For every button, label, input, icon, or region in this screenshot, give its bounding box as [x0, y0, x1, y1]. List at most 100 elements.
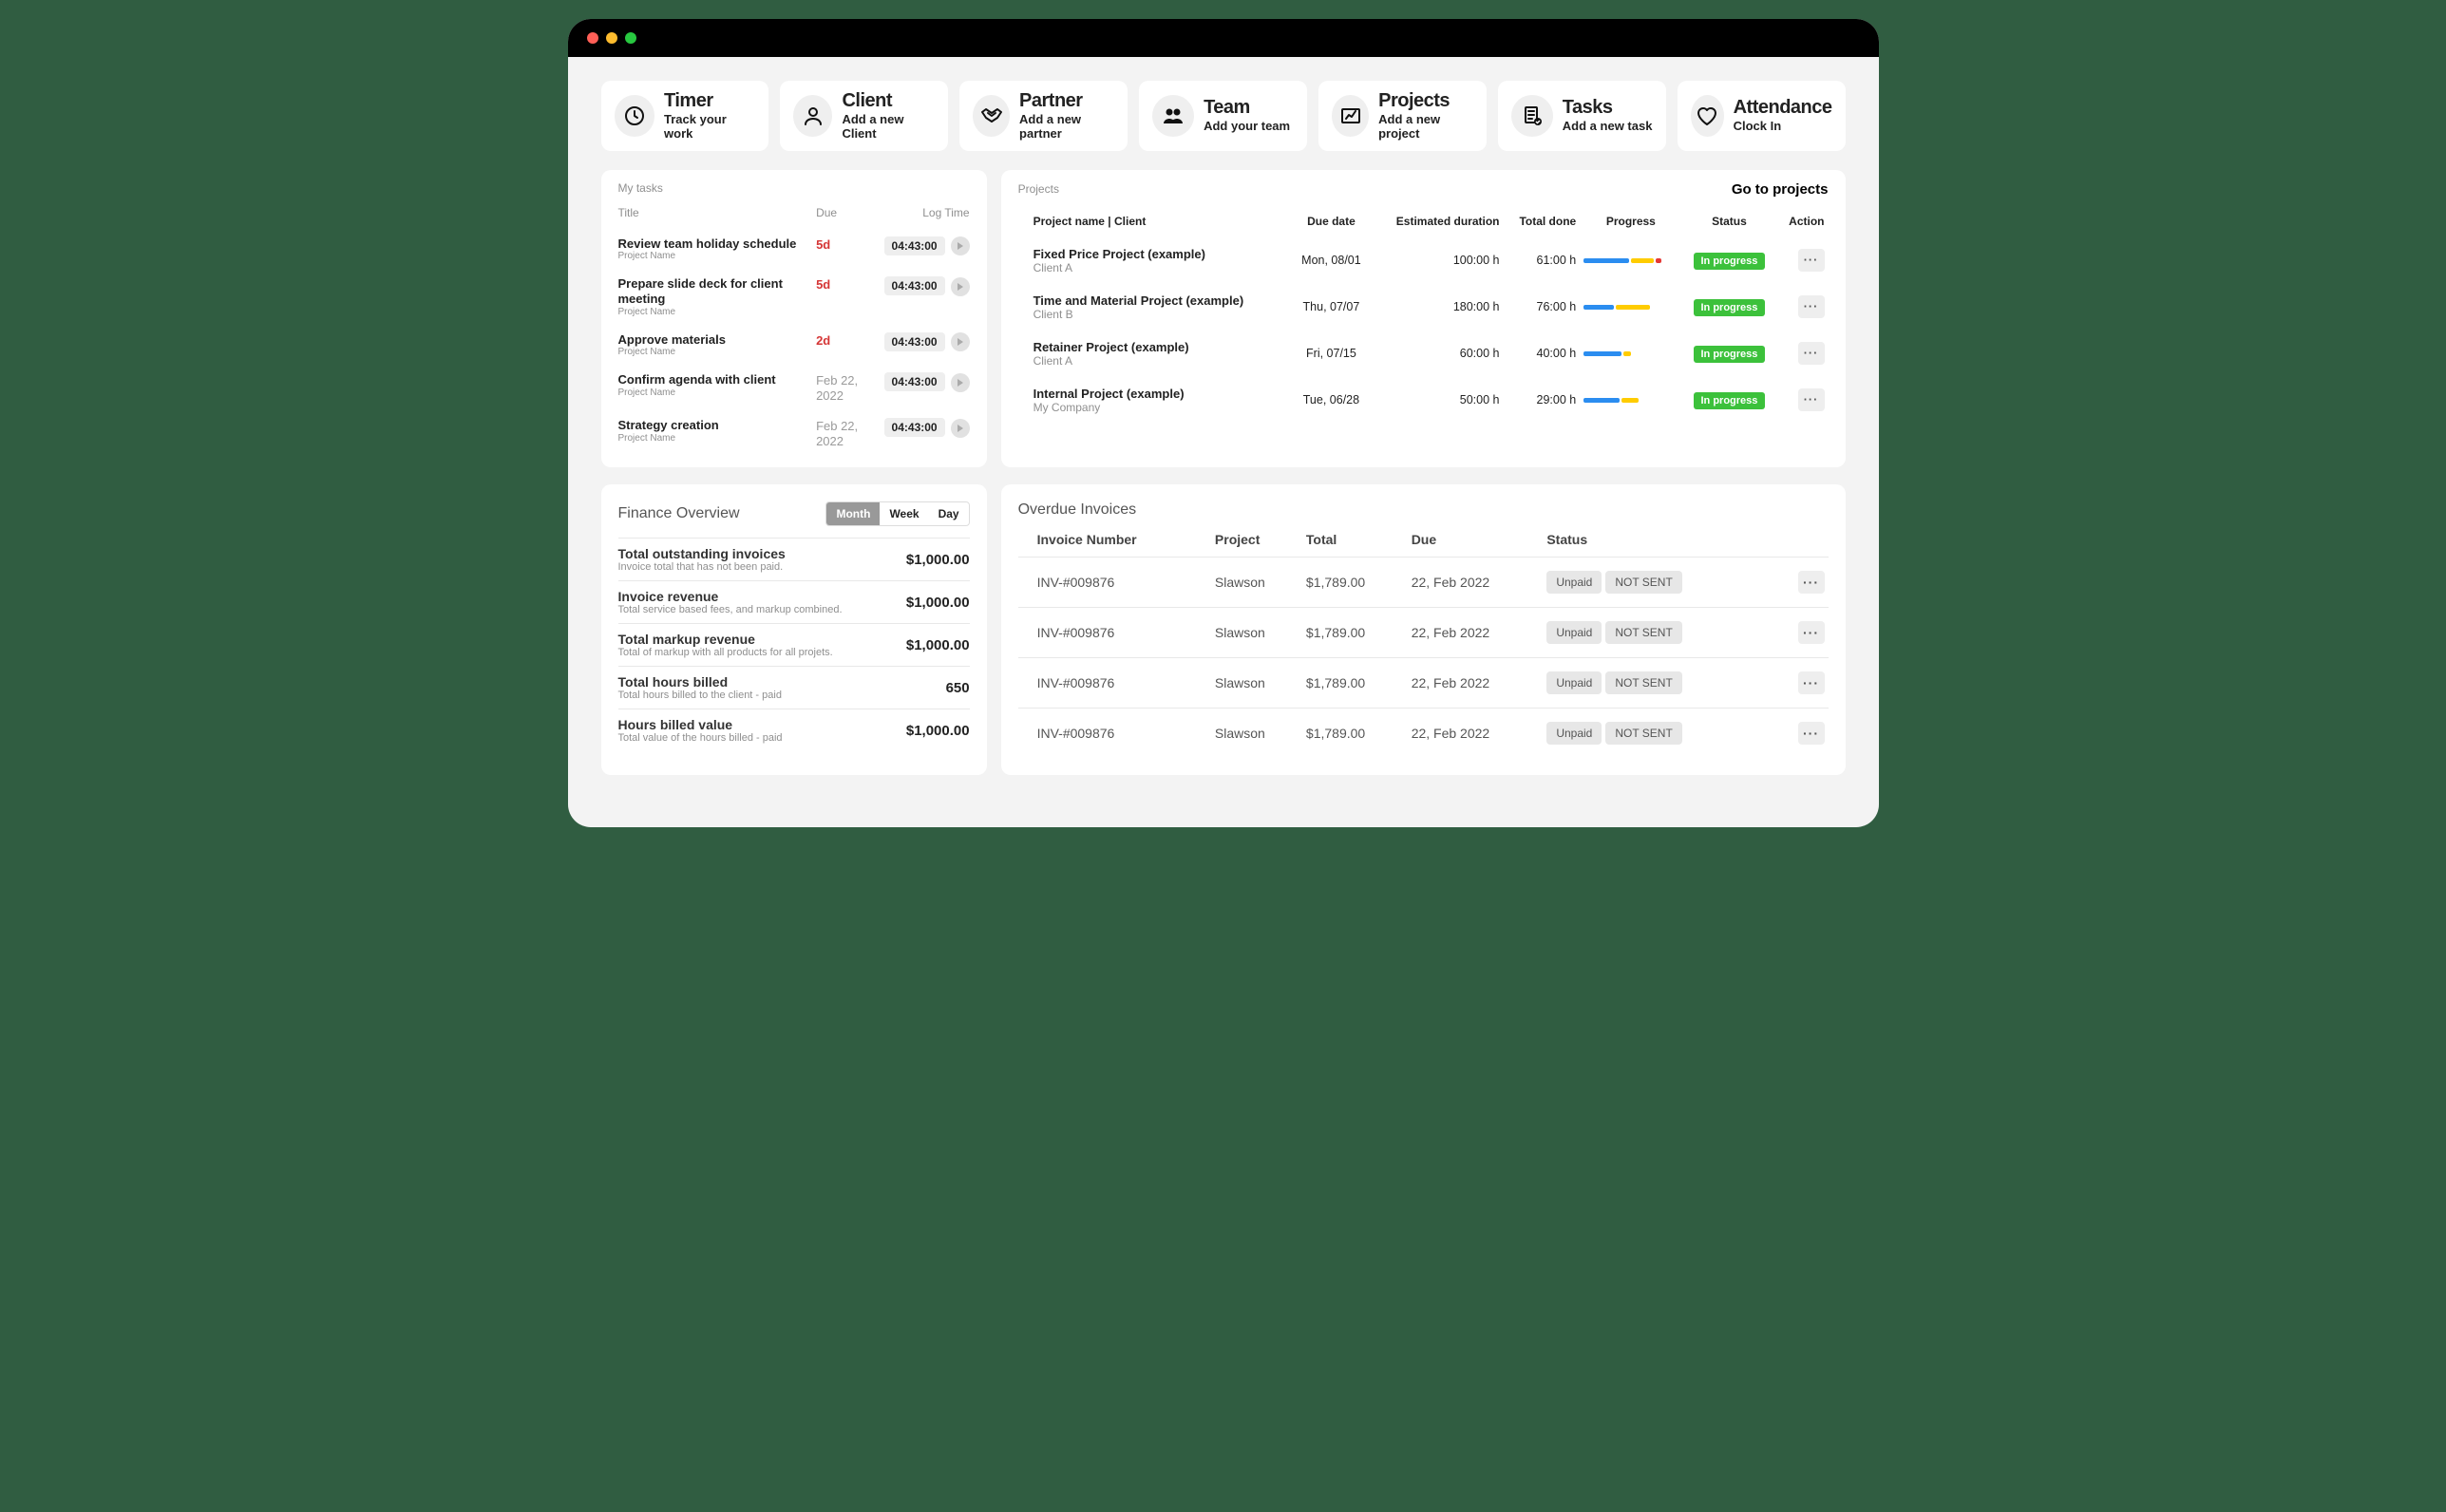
task-row[interactable]: Approve materialsProject Name 2d 04:43:0…	[618, 325, 970, 366]
task-title: Strategy creation	[618, 418, 817, 433]
invoice-row[interactable]: INV-#009876 Slawson $1,789.00 22, Feb 20…	[1018, 558, 1829, 608]
more-icon[interactable]: ···	[1798, 671, 1825, 694]
timer-card[interactable]: TimerTrack your work	[601, 81, 769, 151]
projects-card[interactable]: ProjectsAdd a new project	[1318, 81, 1487, 151]
project-icon	[1332, 95, 1369, 137]
task-project: Project Name	[618, 307, 817, 317]
project-done: 40:00 h	[1503, 331, 1580, 377]
task-logtime: 04:43:00	[884, 418, 945, 437]
invoice-row[interactable]: INV-#009876 Slawson $1,789.00 22, Feb 20…	[1018, 709, 1829, 759]
progress-bar	[1583, 258, 1678, 263]
card-title: Client	[842, 90, 935, 111]
invoice-row[interactable]: INV-#009876 Slawson $1,789.00 22, Feb 20…	[1018, 658, 1829, 709]
project-row[interactable]: Fixed Price Project (example)Client A Mo…	[1018, 237, 1829, 284]
invoice-project: Slawson	[1211, 709, 1302, 759]
play-icon[interactable]	[951, 373, 970, 392]
finance-row: Total outstanding invoicesInvoice total …	[618, 539, 970, 581]
status-unpaid: Unpaid	[1546, 722, 1602, 745]
finance-value: $1,000.00	[892, 624, 970, 667]
task-due: Feb 22, 2022	[816, 373, 858, 403]
project-name: Fixed Price Project (example)	[1033, 247, 1288, 261]
project-client: Client B	[1033, 308, 1288, 321]
minimize-window-icon[interactable]	[606, 32, 617, 44]
quick-action-cards: TimerTrack your work ClientAdd a new Cli…	[601, 81, 1846, 151]
more-icon[interactable]: ···	[1798, 388, 1825, 411]
task-row[interactable]: Prepare slide deck for client meetingPro…	[618, 269, 970, 324]
task-row[interactable]: Review team holiday scheduleProject Name…	[618, 229, 970, 270]
project-row[interactable]: Time and Material Project (example)Clien…	[1018, 284, 1829, 331]
play-icon[interactable]	[951, 236, 970, 255]
close-window-icon[interactable]	[587, 32, 598, 44]
card-title: Partner	[1019, 90, 1114, 111]
project-name: Internal Project (example)	[1033, 387, 1288, 401]
task-logtime: 04:43:00	[884, 332, 945, 351]
finance-sub: Total hours billed to the client - paid	[618, 690, 893, 701]
finance-panel: Finance Overview MonthWeekDay Total outs…	[601, 484, 987, 775]
project-client: My Company	[1033, 401, 1288, 414]
play-icon[interactable]	[951, 277, 970, 296]
invoice-row[interactable]: INV-#009876 Slawson $1,789.00 22, Feb 20…	[1018, 608, 1829, 658]
titlebar	[568, 19, 1879, 57]
client-card[interactable]: ClientAdd a new Client	[780, 81, 948, 151]
task-row[interactable]: Strategy creationProject Name Feb 22, 20…	[618, 410, 970, 456]
status-notsent: NOT SENT	[1605, 621, 1681, 644]
status-notsent: NOT SENT	[1605, 671, 1681, 694]
card-sub: Add a new project	[1378, 113, 1473, 142]
finance-label: Hours billed value	[618, 717, 893, 732]
col-invdue: Due	[1408, 526, 1544, 558]
card-title: Timer	[664, 90, 755, 111]
project-row[interactable]: Internal Project (example)My Company Tue…	[1018, 377, 1829, 424]
project-done: 29:00 h	[1503, 377, 1580, 424]
task-row[interactable]: Confirm agenda with clientProject Name F…	[618, 365, 970, 410]
col-status: Status	[1681, 207, 1776, 237]
task-title: Review team holiday schedule	[618, 236, 817, 252]
more-icon[interactable]: ···	[1798, 722, 1825, 745]
dashboard: TimerTrack your work ClientAdd a new Cli…	[568, 57, 1879, 827]
col-action: Action	[1776, 207, 1828, 237]
project-est: 50:00 h	[1371, 377, 1503, 424]
go-to-projects-link[interactable]: Go to projects	[1732, 181, 1829, 198]
task-due: 5d	[816, 237, 830, 252]
more-icon[interactable]: ···	[1798, 342, 1825, 365]
finance-period-toggle[interactable]: MonthWeekDay	[825, 501, 969, 526]
more-icon[interactable]: ···	[1798, 249, 1825, 272]
toggle-month[interactable]: Month	[826, 502, 880, 525]
card-sub: Add a new partner	[1019, 113, 1114, 142]
team-card[interactable]: TeamAdd your team	[1139, 81, 1307, 151]
more-icon[interactable]: ···	[1798, 571, 1825, 594]
more-icon[interactable]: ···	[1798, 295, 1825, 318]
col-logtime: Log Time	[884, 206, 970, 229]
status-unpaid: Unpaid	[1546, 671, 1602, 694]
status-notsent: NOT SENT	[1605, 571, 1681, 594]
status-notsent: NOT SENT	[1605, 722, 1681, 745]
card-sub: Add a new Client	[842, 113, 935, 142]
projects-title: Projects	[1018, 182, 1059, 196]
project-client: Client A	[1033, 354, 1288, 368]
project-client: Client A	[1033, 261, 1288, 274]
progress-bar	[1583, 351, 1678, 356]
play-icon[interactable]	[951, 419, 970, 438]
invoices-title: Overdue Invoices	[1018, 501, 1829, 519]
maximize-window-icon[interactable]	[625, 32, 636, 44]
invoice-number: INV-#009876	[1018, 709, 1211, 759]
status-unpaid: Unpaid	[1546, 571, 1602, 594]
toggle-day[interactable]: Day	[929, 502, 969, 525]
attendance-card[interactable]: AttendanceClock In	[1678, 81, 1846, 151]
project-row[interactable]: Retainer Project (example)Client A Fri, …	[1018, 331, 1829, 377]
task-project: Project Name	[618, 433, 817, 444]
task-due: Feb 22, 2022	[816, 419, 858, 448]
col-progress: Progress	[1580, 207, 1681, 237]
project-name: Time and Material Project (example)	[1033, 293, 1288, 308]
partner-card[interactable]: PartnerAdd a new partner	[959, 81, 1128, 151]
col-project-client: Project name | Client	[1018, 207, 1292, 237]
project-due: Thu, 07/07	[1291, 284, 1371, 331]
status-unpaid: Unpaid	[1546, 621, 1602, 644]
more-icon[interactable]: ···	[1798, 621, 1825, 644]
card-sub: Add your team	[1204, 120, 1290, 134]
finance-label: Total hours billed	[618, 674, 893, 690]
finance-sub: Total value of the hours billed - paid	[618, 732, 893, 744]
tasks-card[interactable]: TasksAdd a new task	[1498, 81, 1666, 151]
toggle-week[interactable]: Week	[880, 502, 928, 525]
status-badge: In progress	[1694, 253, 1766, 270]
play-icon[interactable]	[951, 332, 970, 351]
